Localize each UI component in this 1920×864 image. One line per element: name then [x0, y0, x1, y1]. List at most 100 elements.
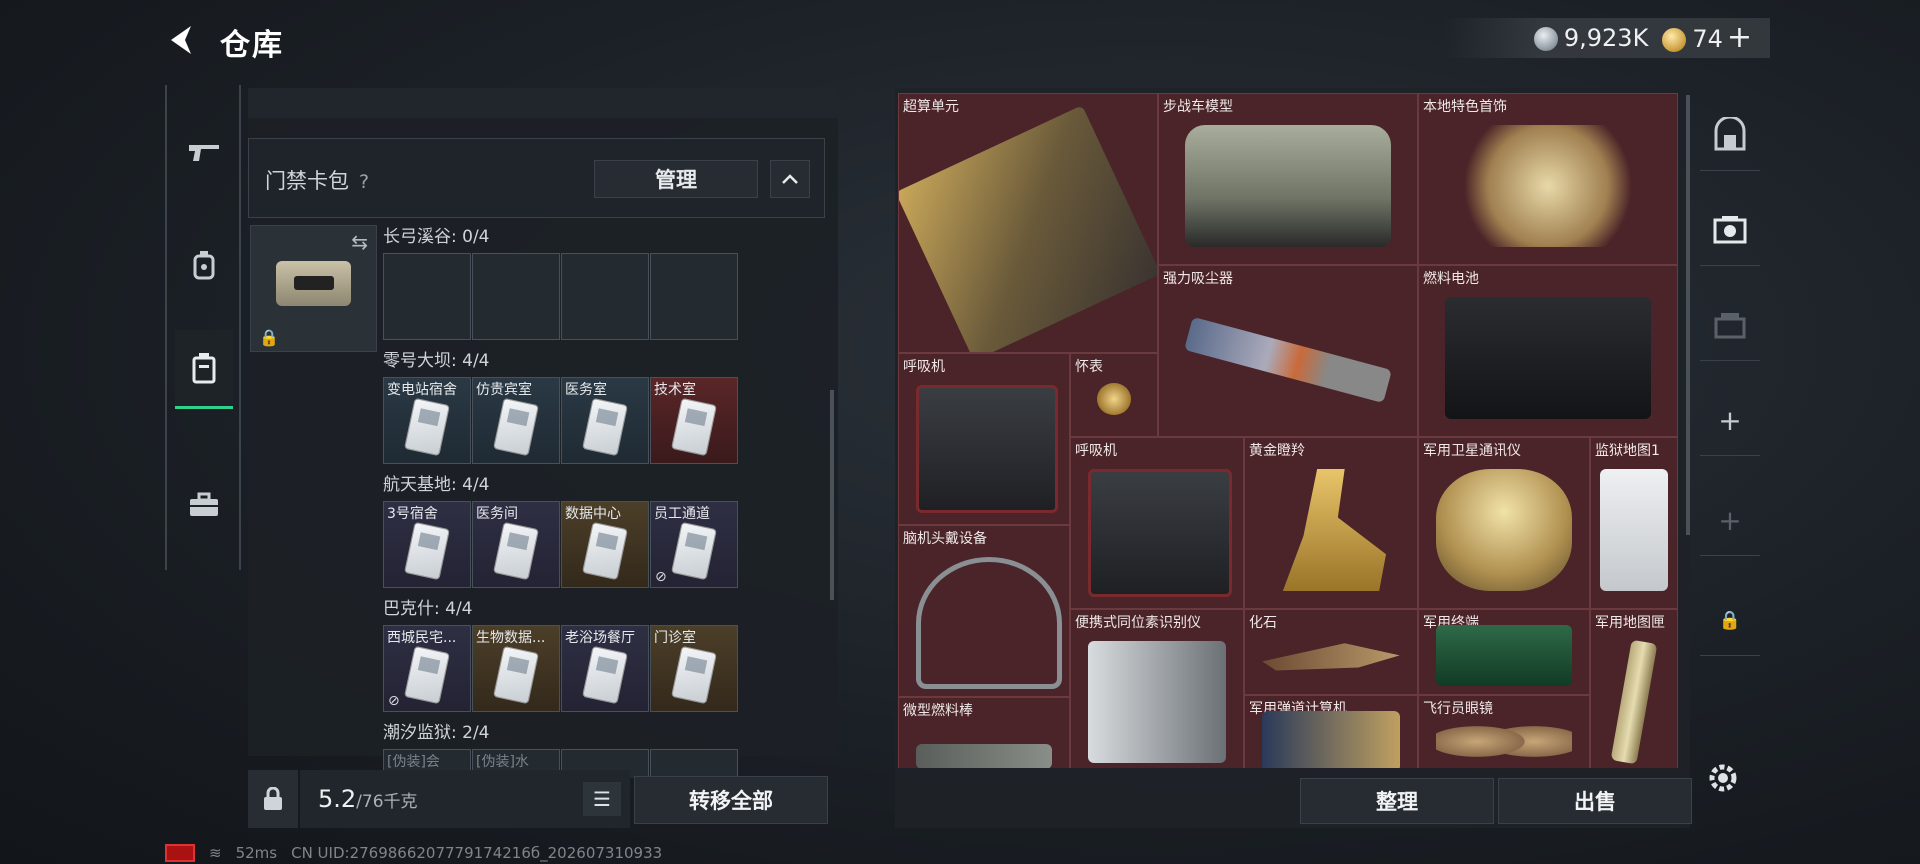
- keycard-image: [494, 647, 538, 703]
- item-image: [1088, 468, 1232, 597]
- stash-item[interactable]: 燃料电池: [1418, 265, 1678, 437]
- stash-item[interactable]: 便携式同位素识别仪: [1070, 609, 1244, 768]
- add-page-locked-icon: +: [1700, 485, 1760, 556]
- stash-item[interactable]: 黄金瞪羚: [1244, 437, 1418, 609]
- stash-item[interactable]: 超算单元: [898, 93, 1158, 353]
- keycard-slot[interactable]: [472, 253, 560, 340]
- item-image: [1183, 316, 1393, 403]
- tab-main-stash-icon[interactable]: [1700, 100, 1760, 171]
- keycard-slot[interactable]: 技术室: [650, 377, 738, 464]
- keycard-slot[interactable]: 仿贵宾室: [472, 377, 560, 464]
- keycard-image: [405, 523, 449, 579]
- left-scrollbar[interactable]: [830, 390, 834, 600]
- stash-item[interactable]: 微型燃料棒: [898, 697, 1070, 768]
- group-changgong: 长弓溪谷: 0/4: [383, 222, 738, 340]
- keycard-image: [583, 523, 627, 579]
- category-nav: [165, 85, 241, 570]
- keycard-slot[interactable]: 医务间: [472, 501, 560, 588]
- panel-top-strip: [248, 88, 838, 118]
- keycard-image: [583, 399, 627, 455]
- stash-item[interactable]: 呼吸机: [898, 353, 1070, 525]
- keycard-slot[interactable]: [650, 749, 738, 778]
- group-label: 潮汐监狱: 2/4: [383, 723, 490, 743]
- silver-amount: 9,923K: [1563, 24, 1649, 52]
- tab-storage-box-icon[interactable]: [1700, 290, 1760, 361]
- nav-keycards-icon[interactable]: [175, 330, 233, 409]
- keycard-slot[interactable]: [561, 253, 649, 340]
- keycard-name: 仿贵宾室: [476, 382, 532, 398]
- keycard-slot[interactable]: 数据中心: [561, 501, 649, 588]
- keycard-image: [672, 647, 716, 703]
- keycard-slot[interactable]: 生物数据...: [472, 625, 560, 712]
- stash-item[interactable]: 强力吸尘器: [1158, 265, 1418, 437]
- group-label: 航天基地: 4/4: [383, 475, 490, 495]
- stash-item[interactable]: 呼吸机: [1070, 437, 1244, 609]
- transfer-all-button[interactable]: 转移全部: [634, 776, 828, 824]
- stash-item[interactable]: 军用卫星通讯仪: [1418, 437, 1590, 609]
- settings-gear-icon[interactable]: [1705, 760, 1745, 800]
- keycard-image: [494, 523, 538, 579]
- help-icon[interactable]: ?: [359, 171, 369, 193]
- item-name: 燃料电池: [1423, 271, 1479, 287]
- gold-coin-icon: [1662, 28, 1687, 52]
- swap-icon[interactable]: ⇆: [351, 230, 368, 254]
- gold-currency[interactable]: 74 +: [1662, 23, 1752, 53]
- stash-item[interactable]: 本地特色首饰: [1418, 93, 1678, 265]
- item-name: 监狱地图1: [1595, 443, 1660, 459]
- keycard-groups: 长弓溪谷: 0/4 零号大坝: 4/4 变电站宿舍 仿贵宾室 医务室 技术室 航…: [383, 222, 738, 778]
- keycard-name: 数据中心: [565, 506, 621, 522]
- item-name: 强力吸尘器: [1163, 271, 1233, 287]
- stash-item[interactable]: 步战车模型: [1158, 93, 1418, 265]
- keycard-slot[interactable]: 西城民宅... ⊘: [383, 625, 471, 712]
- item-name: 脑机头戴设备: [903, 531, 987, 547]
- item-name: 超算单元: [903, 99, 959, 115]
- keycard-name: [伪装]水: [476, 754, 529, 770]
- stash-item[interactable]: 飞行员眼镜: [1418, 695, 1590, 768]
- tab-collection-icon[interactable]: [1700, 195, 1760, 266]
- manage-button[interactable]: 管理: [594, 160, 758, 198]
- keycard-slot[interactable]: 医务室: [561, 377, 649, 464]
- group-label: 巴克什: 4/4: [383, 599, 473, 619]
- collapse-chevron-icon[interactable]: [770, 160, 810, 198]
- stash-item[interactable]: 军用弹道计算机: [1244, 695, 1418, 768]
- keycard-slot[interactable]: [650, 253, 738, 340]
- nav-toolbox-icon[interactable]: [175, 467, 233, 543]
- card-pack-label: 门禁卡包?: [265, 165, 369, 195]
- item-image: [916, 556, 1062, 689]
- currency-bar: 9,923K 74 +: [1443, 18, 1770, 58]
- stash-item[interactable]: 怀表: [1070, 353, 1158, 437]
- keycard-name: 生物数据...: [476, 630, 546, 646]
- keycard-image: [405, 399, 449, 455]
- sort-button[interactable]: 整理: [1300, 778, 1494, 824]
- item-image: [1262, 711, 1400, 768]
- card-pack-device-image: [276, 261, 351, 306]
- back-arrow-icon[interactable]: [165, 22, 201, 58]
- keycard-slot[interactable]: [383, 253, 471, 340]
- stash-item[interactable]: 监狱地图1: [1590, 437, 1678, 609]
- item-name: 呼吸机: [903, 359, 945, 375]
- sell-button[interactable]: 出售: [1498, 778, 1692, 824]
- item-image: [1610, 639, 1658, 765]
- nav-weapons-icon[interactable]: [175, 115, 233, 191]
- stash-item[interactable]: 军用地图匣: [1590, 609, 1678, 768]
- card-pack-item[interactable]: ⇆ 🔒: [250, 225, 377, 352]
- stash-scrollbar[interactable]: [1686, 95, 1690, 535]
- item-name: 怀表: [1075, 359, 1103, 375]
- stash-grid: 超算单元 步战车模型 本地特色首饰 强力吸尘器 燃料电池 呼吸机 怀表 呼吸机 …: [898, 93, 1678, 768]
- lock-toggle-icon[interactable]: [248, 770, 298, 828]
- no-carry-icon: ⊘: [655, 569, 667, 585]
- list-view-icon[interactable]: ☰: [583, 782, 621, 816]
- keycard-slot[interactable]: 员工通道 ⊘: [650, 501, 738, 588]
- stash-item[interactable]: 化石: [1244, 609, 1418, 695]
- keycard-slot[interactable]: 3号宿舍: [383, 501, 471, 588]
- keycard-slot[interactable]: 门诊室: [650, 625, 738, 712]
- nav-equipment-icon[interactable]: [175, 227, 233, 303]
- add-currency-icon[interactable]: +: [1727, 20, 1752, 55]
- keycard-name: 医务间: [476, 506, 518, 522]
- keycard-slot[interactable]: 变电站宿舍: [383, 377, 471, 464]
- keycard-slot[interactable]: 老浴场餐厅: [561, 625, 649, 712]
- stash-item[interactable]: 脑机头戴设备: [898, 525, 1070, 697]
- add-page-icon[interactable]: +: [1700, 385, 1760, 456]
- group-dam: 零号大坝: 4/4 变电站宿舍 仿贵宾室 医务室 技术室: [383, 346, 738, 464]
- stash-item[interactable]: 军用终端: [1418, 609, 1590, 695]
